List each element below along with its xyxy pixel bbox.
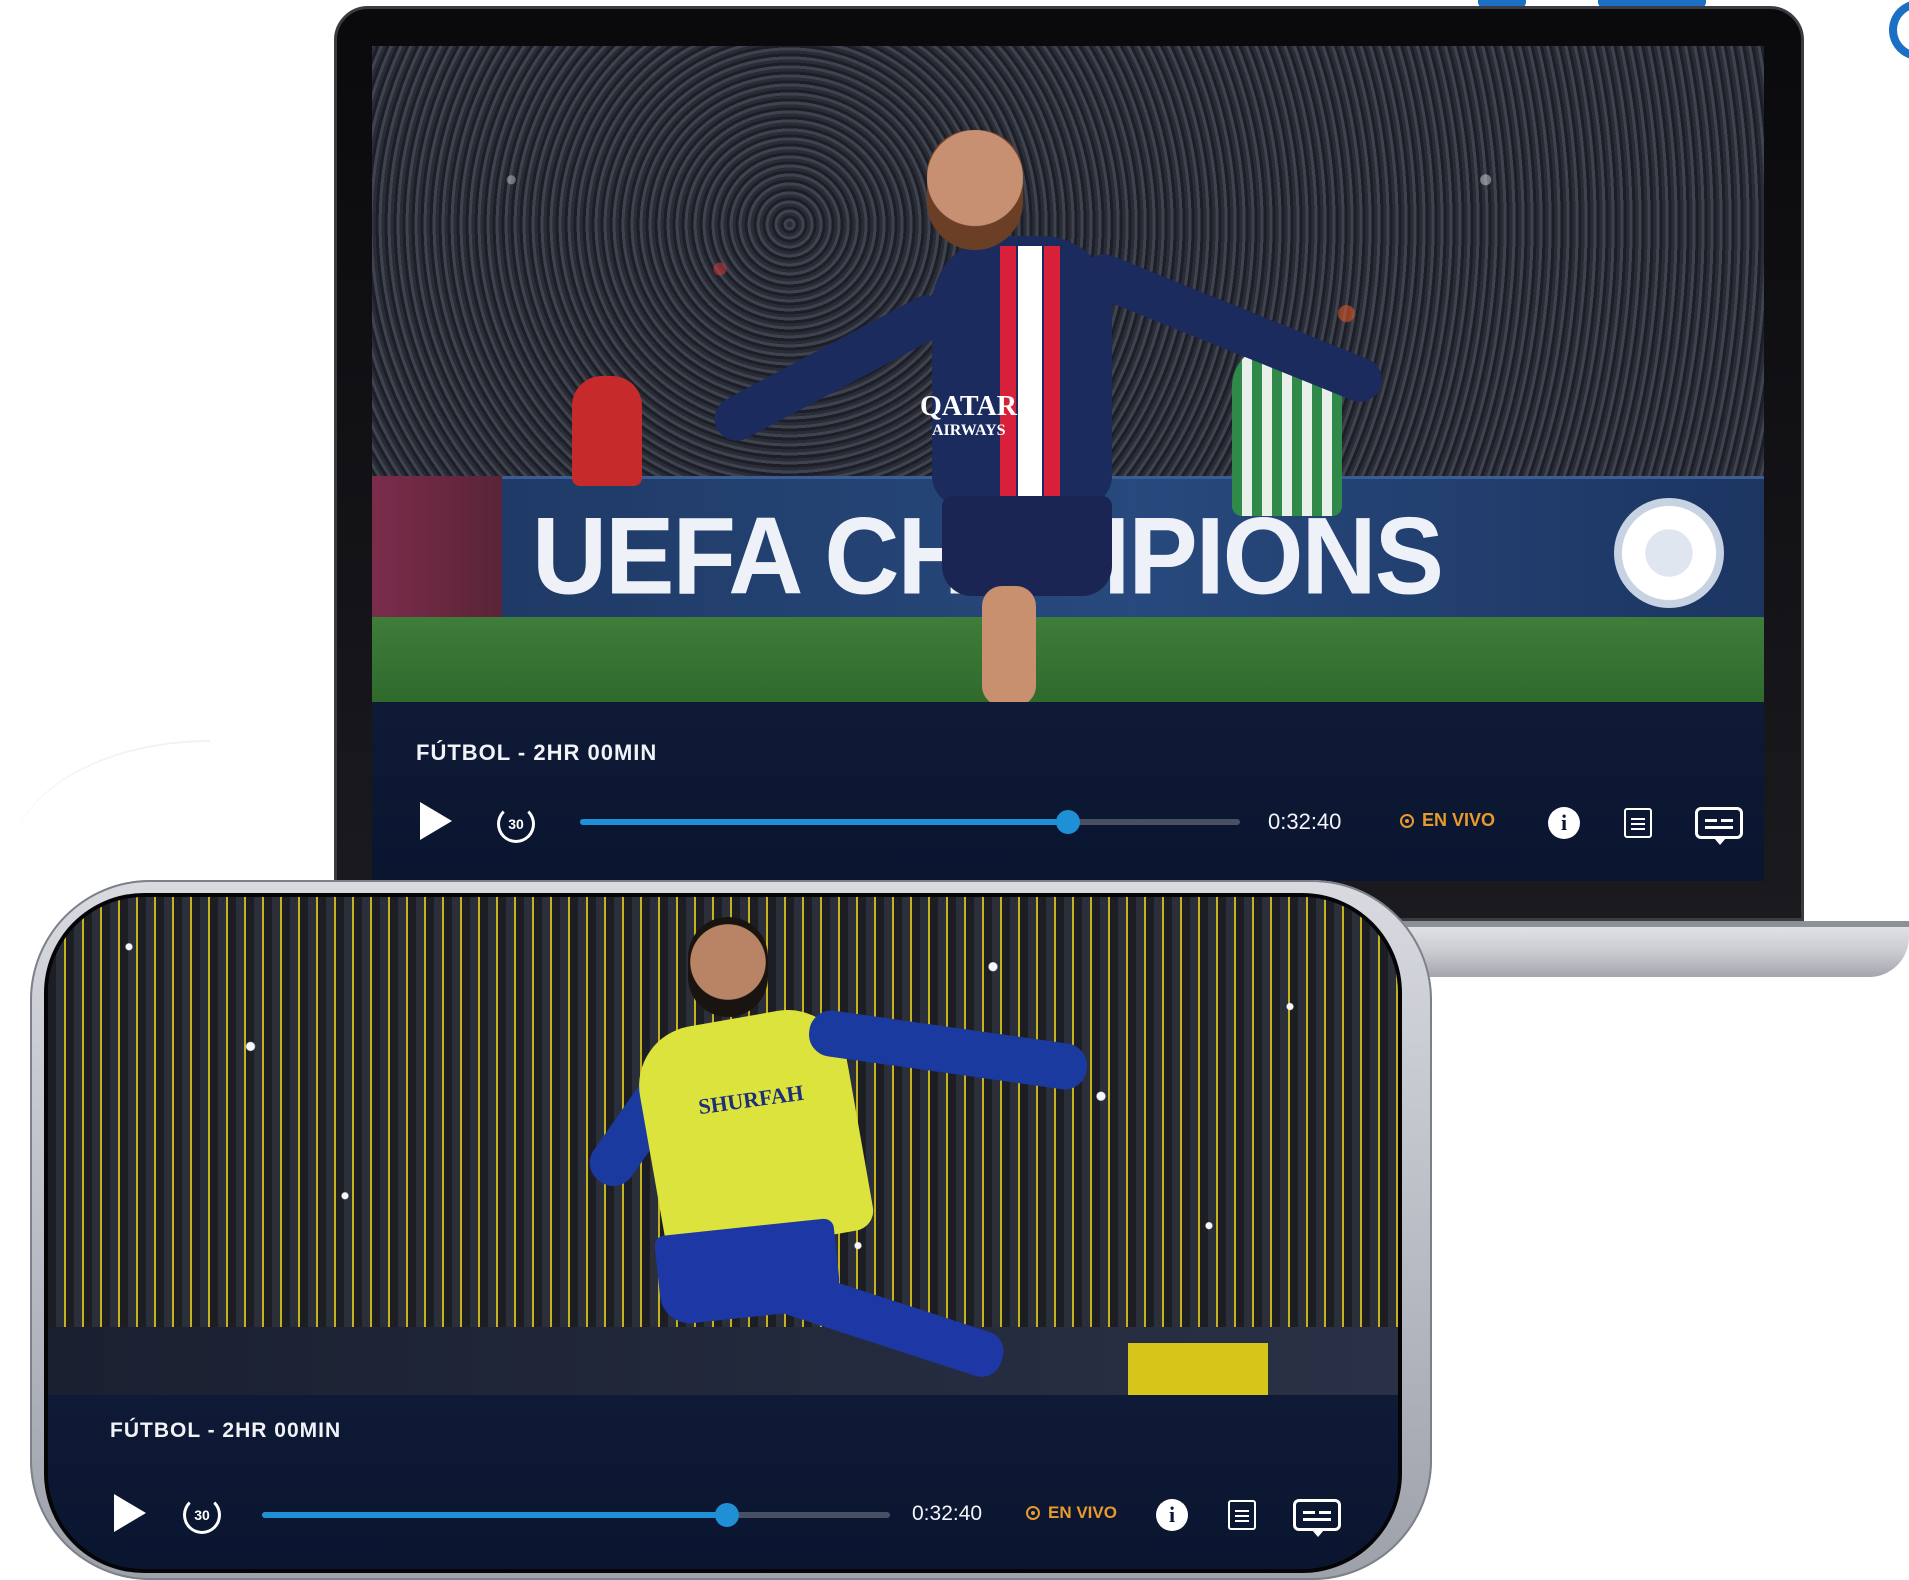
playback-time: 0:32:40 [912, 1502, 983, 1525]
jersey-sponsor: QATAR [920, 391, 1017, 422]
episodes-list-icon[interactable] [1620, 805, 1656, 841]
player-head [927, 130, 1023, 250]
jersey-sponsor-sub: AIRWAYS [932, 422, 1006, 439]
play-icon[interactable] [416, 801, 456, 841]
decorative-swoosh [10, 740, 210, 862]
live-indicator: EN VIVO [1400, 810, 1495, 831]
jersey-stripe [1000, 246, 1016, 496]
jersey-stripe [1018, 246, 1042, 496]
phone-control-bar: FÚTBOL - 2HR 00MIN 30 0:32:40 EN VIVO i [48, 1395, 1398, 1569]
decorative-arc [1889, 0, 1909, 60]
play-icon[interactable] [110, 1493, 150, 1533]
subtitles-icon[interactable] [1692, 803, 1746, 845]
starball-logo [1614, 498, 1724, 608]
replay-30-icon[interactable]: 30 [494, 802, 538, 846]
phone-video-frame[interactable]: SHURFAH [48, 897, 1398, 1395]
progress-bar[interactable] [580, 810, 1240, 834]
laptop-video-frame[interactable]: UEFA CHAMPIONS LEAGUE QATAR AIRWAYS [372, 46, 1764, 702]
referee [572, 376, 642, 486]
player-leg [982, 586, 1036, 702]
progress-thumb[interactable] [1056, 810, 1081, 834]
live-label: EN VIVO [1048, 1503, 1117, 1522]
subtitles-icon[interactable] [1290, 1495, 1344, 1537]
player-head [688, 917, 768, 1017]
laptop-control-bar: FÚTBOL - 2HR 00MIN 30 0:32:40 EN VIVO i [372, 702, 1764, 881]
ad-board-yellow [1128, 1343, 1268, 1395]
replay-seconds: 30 [497, 805, 535, 843]
player-shorts [942, 496, 1112, 596]
progress-thumb[interactable] [714, 1503, 739, 1527]
live-indicator-icon [1026, 1506, 1040, 1520]
live-indicator: EN VIVO [1026, 1503, 1117, 1523]
playback-time: 0:32:40 [1268, 809, 1342, 834]
laptop-video-player: UEFA CHAMPIONS LEAGUE QATAR AIRWAYS FÚTB… [372, 46, 1764, 881]
progress-bar[interactable] [262, 1503, 890, 1527]
live-indicator-icon [1400, 813, 1414, 828]
video-title: FÚTBOL - 2HR 00MIN [110, 1419, 342, 1442]
ad-board-left [372, 476, 502, 626]
progress-fill [262, 1512, 727, 1518]
info-icon[interactable]: i [1546, 805, 1582, 841]
jersey-stripe [1044, 246, 1060, 496]
live-label: EN VIVO [1422, 810, 1496, 830]
replay-30-icon[interactable]: 30 [180, 1493, 224, 1537]
info-icon[interactable]: i [1154, 1497, 1190, 1533]
phone-video-player: SHURFAH FÚTBOL - 2HR 00MIN 30 0:32:40 EN… [48, 897, 1398, 1569]
pitch [372, 617, 1764, 702]
progress-fill [580, 819, 1069, 825]
episodes-list-icon[interactable] [1224, 1497, 1260, 1533]
video-title: FÚTBOL - 2HR 00MIN [416, 740, 658, 765]
phone-bezel: SHURFAH FÚTBOL - 2HR 00MIN 30 0:32:40 EN… [44, 893, 1402, 1573]
replay-seconds: 30 [183, 1496, 221, 1534]
